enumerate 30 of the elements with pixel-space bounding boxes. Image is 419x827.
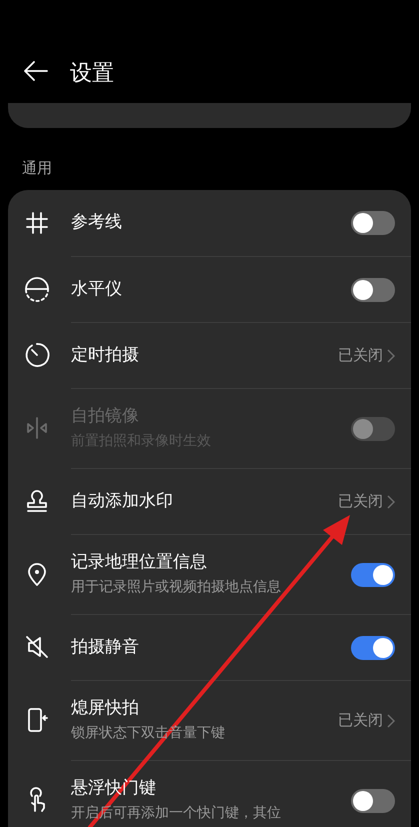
row-title: 参考线 xyxy=(71,212,122,234)
settings-row[interactable]: 拍摄静音 xyxy=(22,614,411,680)
chevron-right-icon xyxy=(387,494,395,508)
settings-row[interactable]: 水平仪 xyxy=(22,256,411,322)
row-title: 定时拍摄 xyxy=(71,344,139,366)
chevron-right-icon xyxy=(387,348,395,362)
row-subtitle: 用于记录照片或视频拍摄地点信息 xyxy=(71,579,281,597)
row-title: 自动添加水印 xyxy=(71,490,173,512)
row-title: 水平仪 xyxy=(71,278,122,300)
toggle-switch[interactable] xyxy=(351,211,395,235)
settings-row[interactable]: 参考线 xyxy=(22,190,411,256)
toggle-switch[interactable] xyxy=(351,788,395,812)
level-icon xyxy=(22,275,50,303)
row-value: 已关闭 xyxy=(338,710,383,732)
toggle-switch[interactable] xyxy=(351,562,395,586)
page-title: 设置 xyxy=(70,63,114,85)
settings-row[interactable]: 定时拍摄 已关闭 xyxy=(22,322,411,388)
settings-row[interactable]: 记录地理位置信息 用于记录照片或视频拍摄地点信息 xyxy=(22,534,411,614)
timer-icon xyxy=(22,341,50,369)
row-value: 已关闭 xyxy=(338,491,383,512)
row-value: 已关闭 xyxy=(338,345,383,366)
row-title: 自拍镜像 xyxy=(71,406,139,428)
row-title: 记录地理位置信息 xyxy=(71,552,207,574)
row-title: 熄屏快拍 xyxy=(71,698,139,720)
row-title: 悬浮快门键 xyxy=(71,778,156,800)
section-title: 通用 xyxy=(22,159,52,177)
row-title: 拍摄静音 xyxy=(71,636,139,658)
toggle-switch[interactable] xyxy=(351,278,395,302)
chevron-right-icon xyxy=(387,714,395,728)
toggle-switch[interactable] xyxy=(351,636,395,660)
